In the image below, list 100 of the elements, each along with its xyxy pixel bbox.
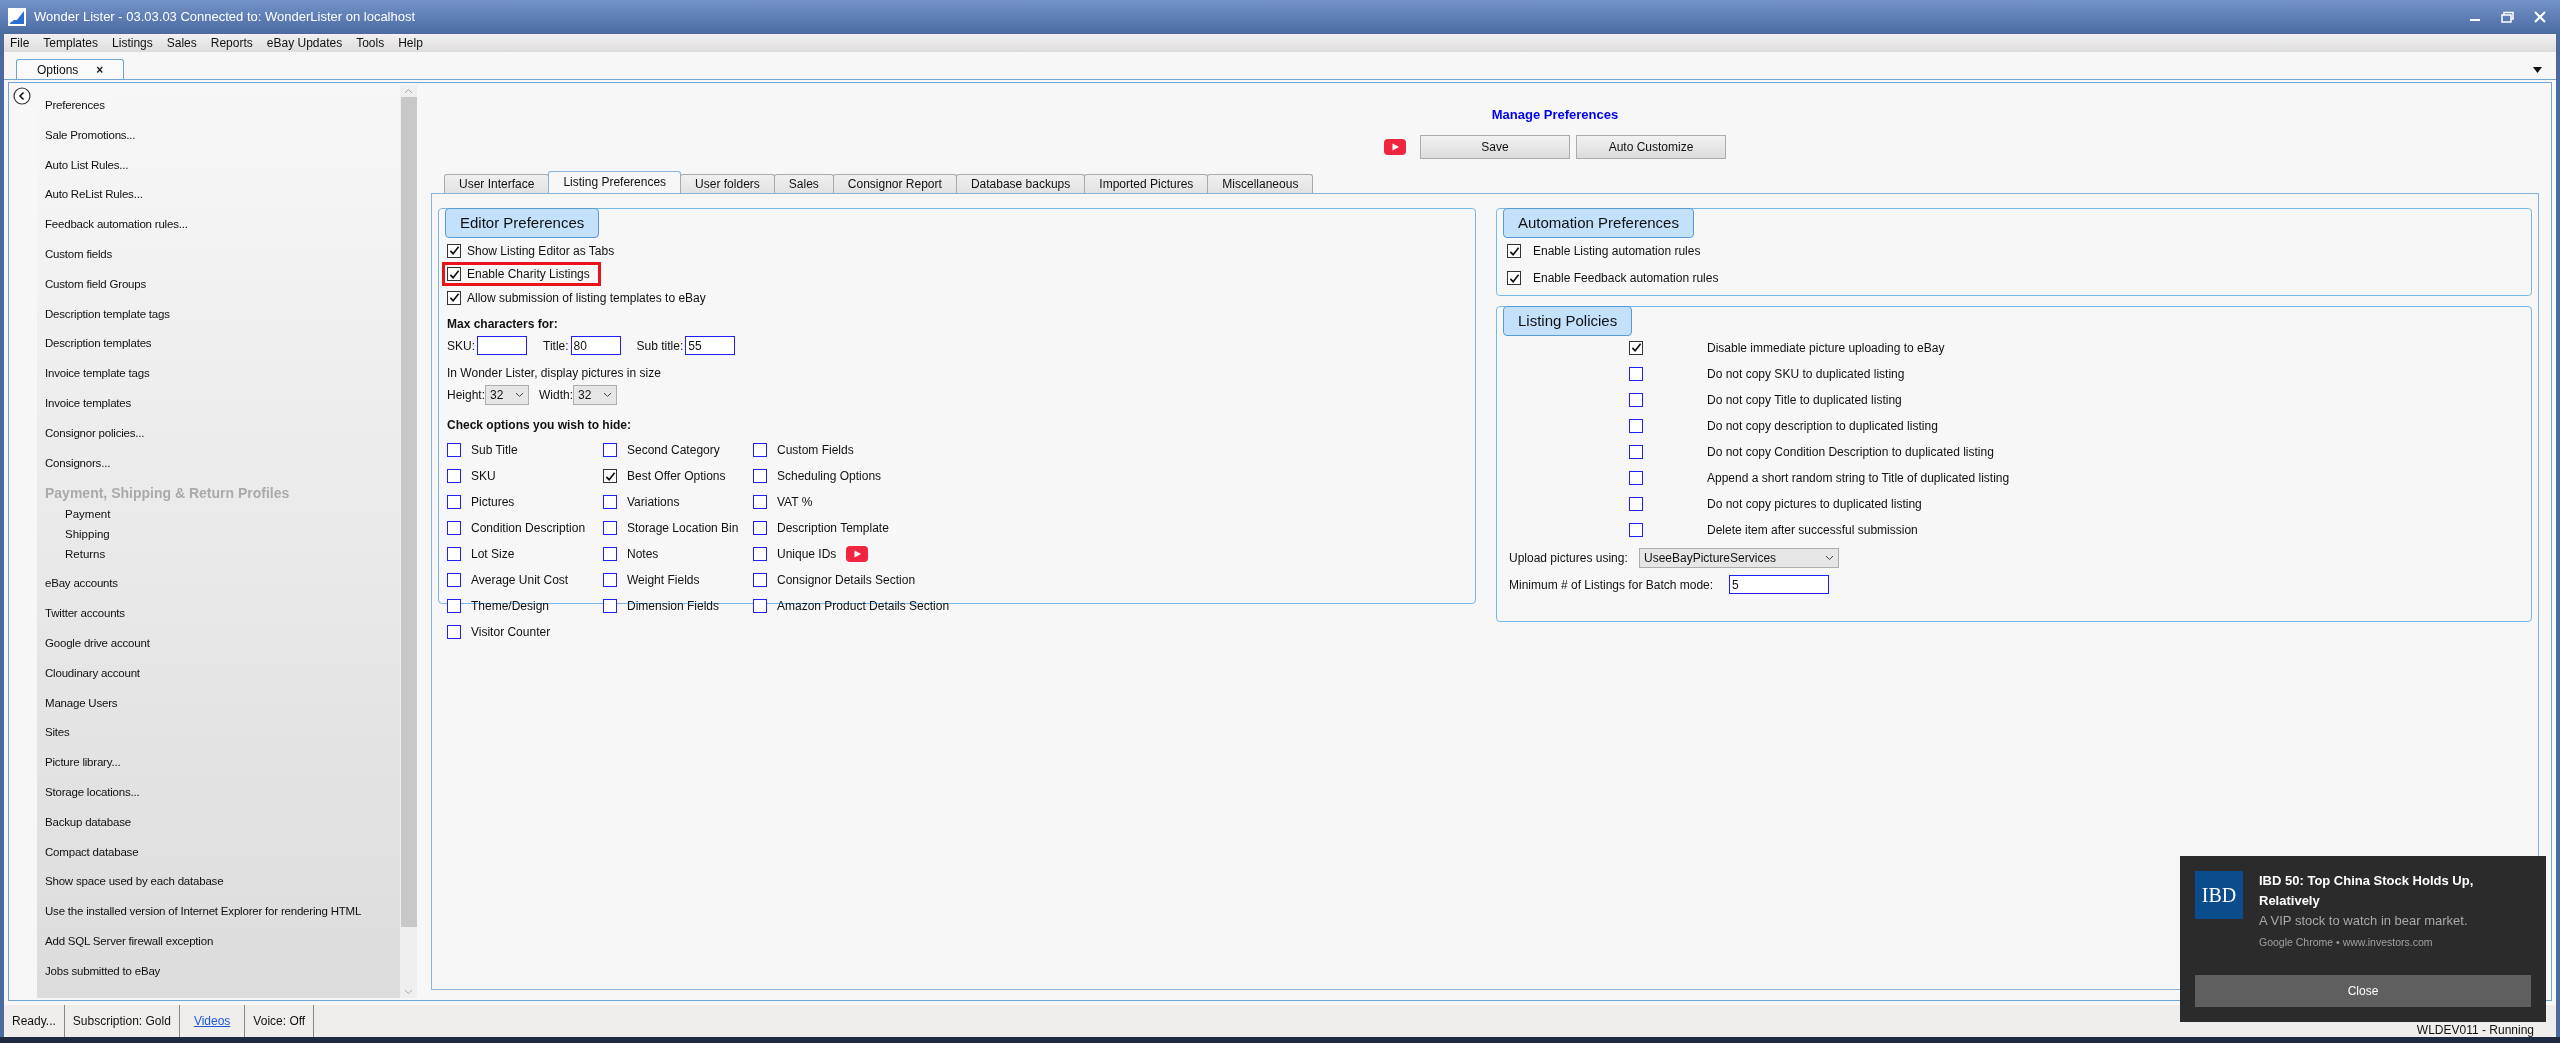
sidebar-item[interactable]: Jobs submitted to eBay (45, 962, 161, 979)
sidebar-item[interactable]: Custom field Groups (45, 275, 147, 292)
section-label: Check options you wish to hide: (447, 417, 632, 434)
sidebar-item[interactable]: Invoice templates (45, 394, 132, 411)
field-label: Upload pictures using: (1509, 550, 1629, 567)
videos-link[interactable]: Videos (187, 1012, 237, 1030)
sidebar-item[interactable]: eBay accounts (45, 575, 118, 592)
sidebar-item[interactable]: Twitter accounts (45, 605, 125, 622)
sidebar-item[interactable]: Auto List Rules... (45, 156, 129, 173)
settings-tab[interactable]: User folders (680, 173, 775, 193)
notification-source: Google Chrome • www.investors.com (2259, 935, 2434, 950)
section-label: Max characters for: (447, 316, 559, 333)
dropdown[interactable]: 32 (485, 385, 530, 405)
text-field[interactable]: 5 (1729, 575, 1829, 594)
option-label: Scheduling Options (777, 468, 882, 485)
option-label: Dimension Fields (627, 598, 720, 615)
option-label: Best Offer Options (627, 468, 726, 485)
sidebar-item[interactable]: Sites (45, 724, 70, 741)
sidebar-item[interactable]: Sale Promotions... (45, 126, 136, 143)
field-label: SKU: (447, 337, 475, 355)
sidebar-item[interactable]: Preferences (45, 97, 105, 113)
menu-item[interactable]: Help (398, 34, 423, 52)
auto-customize-button[interactable]: Auto Customize (1576, 134, 1726, 159)
option-label: Disable immediate picture uploading to eBay (1707, 339, 1945, 357)
status-text: Ready... (12, 1013, 56, 1030)
option-label: Do not copy Title to duplicated listing (1707, 391, 1902, 409)
sidebar-item[interactable]: Description template tags (45, 305, 170, 322)
sidebar-item[interactable]: Consignor policies... (45, 424, 145, 441)
option-label: Pictures (471, 494, 515, 511)
close-button[interactable]: Close (2195, 975, 2531, 1007)
option-label: Consignor Details Section (777, 572, 916, 589)
option-label: VAT % (777, 494, 813, 511)
section-label: In Wonder Lister, display pictures in size (447, 365, 662, 382)
option-label: Enable Feedback automation rules (1533, 270, 1719, 287)
dropdown[interactable]: 32 (573, 385, 618, 405)
settings-tab[interactable]: Miscellaneous (1207, 173, 1314, 193)
settings-tab[interactable]: User Interface (444, 173, 550, 193)
sidebar-subitem[interactable]: Payment (65, 508, 111, 521)
menu-item[interactable]: Templates (43, 34, 99, 52)
option-label: Do not copy SKU to duplicated listing (1707, 365, 1905, 383)
option-label: Storage Location Bin (627, 520, 739, 537)
menu-item[interactable]: File (10, 34, 30, 52)
sidebar-item[interactable]: Compact database (45, 843, 139, 860)
sidebar-item[interactable]: Manage Users (45, 694, 118, 711)
option-label: Do not copy description to duplicated listing (1707, 417, 1938, 435)
dropdown[interactable]: UseeBayPictureServices (1639, 548, 1839, 568)
text-field[interactable]: 80 (570, 336, 621, 355)
menu-item[interactable]: Reports (210, 34, 253, 52)
settings-tab[interactable]: Consignor Report (832, 173, 957, 193)
option-label: Do not copy pictures to duplicated listing (1707, 495, 1922, 513)
notification-title: IBD 50: Top China Stock Holds Up, Relatively (2259, 872, 2475, 910)
option-label: Allow submission of listing templates to eBay (467, 289, 706, 307)
document-tab[interactable]: Options × (16, 59, 125, 79)
settings-tab[interactable]: Imported Pictures (1084, 173, 1209, 193)
sidebar-subitem[interactable]: Returns (65, 548, 106, 561)
field-label: Height: (447, 387, 486, 404)
sidebar-item[interactable]: Consignors... (45, 454, 111, 471)
notification-body: A VIP stock to watch in bear market. (2259, 912, 2469, 930)
option-label: Weight Fields (627, 572, 700, 589)
group-title: Editor Preferences (445, 207, 600, 238)
sidebar-item[interactable]: Description templates (45, 335, 152, 352)
settings-tab[interactable]: Sales (773, 173, 834, 193)
text-field[interactable]: 55 (685, 336, 736, 355)
option-label: Condition Description (471, 520, 586, 537)
settings-tab[interactable]: Listing Preferences (548, 170, 682, 193)
sidebar-item[interactable]: Feedback automation rules... (45, 216, 188, 233)
group-title: Automation Preferences (1503, 207, 1694, 238)
option-label: Average Unit Cost (471, 572, 569, 589)
sidebar-item[interactable]: Invoice template tags (45, 365, 150, 382)
sidebar-item[interactable]: Custom fields (45, 246, 113, 262)
sidebar-item[interactable]: Use the installed version of Internet Explorer for rendering HTML (45, 903, 362, 920)
sidebar-item[interactable]: Backup database (45, 813, 131, 830)
close-tab-button[interactable]: × (96, 60, 104, 79)
sidebar-subitem[interactable]: Shipping (65, 528, 110, 541)
menu-item[interactable]: Sales (166, 34, 197, 52)
option-label: Second Category (627, 442, 720, 459)
window-title: Wonder Lister - 03.03.03 Connected to: WonderLister on localhost (34, 8, 416, 27)
sidebar-item[interactable]: Picture library... (45, 754, 121, 771)
option-label: Variations (627, 494, 680, 511)
menu-item[interactable]: eBay Updates (266, 34, 343, 52)
news-logo: IBD (2195, 871, 2243, 919)
menu-item[interactable]: Tools (356, 34, 385, 52)
sidebar-section-heading: Payment, Shipping & Return Profiles (45, 484, 291, 503)
status-text: Subscription: Gold (72, 1013, 171, 1030)
settings-tab[interactable]: Database backups (955, 173, 1086, 193)
sidebar-item[interactable]: Storage locations... (45, 783, 140, 800)
status-text: Voice: Off (253, 1013, 306, 1030)
sidebar-item[interactable]: Auto ReList Rules... (45, 186, 143, 203)
menu-item[interactable]: Listings (112, 34, 153, 52)
option-label: Amazon Product Details Section (777, 598, 950, 615)
option-label: Theme/Design (471, 598, 550, 615)
sidebar-item[interactable]: Cloudinary account (45, 664, 140, 681)
field-label: Width: (539, 387, 574, 404)
status-text: WLDEV011 - Running (2416, 1024, 2534, 1037)
option-label: Enable Charity Listings (467, 266, 590, 283)
sidebar-item[interactable]: Google drive account (45, 634, 150, 651)
sidebar-item[interactable]: Add SQL Server firewall exception (45, 932, 214, 949)
save-button[interactable]: Save (1420, 134, 1570, 159)
sidebar-item[interactable]: Show space used by each database (45, 873, 224, 890)
option-label: Append a short random string to Title of duplicated listing (1707, 469, 2010, 487)
